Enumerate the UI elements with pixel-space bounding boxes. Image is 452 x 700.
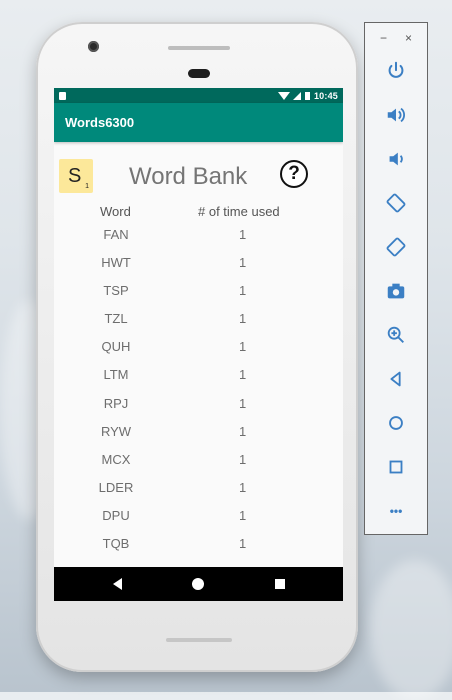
letter-tile[interactable]: S 1 [59, 159, 93, 193]
rotate-left-icon [386, 193, 406, 213]
table-row: HWT 1 [54, 250, 343, 278]
table-row: RYW 1 [54, 419, 343, 447]
sd-card-icon [59, 91, 66, 100]
word-cell: MCX [101, 451, 131, 467]
rotate-left-button[interactable] [382, 189, 410, 217]
power-button[interactable] [382, 57, 410, 85]
volume-up-icon [387, 107, 405, 123]
table-row: RPJ 1 [54, 391, 343, 419]
more-button[interactable]: ••• [382, 497, 410, 525]
volume-down-button[interactable] [382, 145, 410, 173]
home-icon[interactable] [192, 578, 204, 590]
count-cell: 1 [239, 423, 247, 439]
status-time: 10:45 [313, 90, 338, 101]
camera-icon [387, 283, 405, 299]
home-button[interactable] [382, 409, 410, 437]
rotate-right-icon [386, 237, 406, 257]
count-cell: 1 [239, 507, 247, 523]
column-header-word: Word [100, 204, 131, 219]
word-cell: RPJ [103, 395, 129, 411]
back-icon[interactable] [113, 578, 122, 590]
phone-screen: 10:45 Words6300 S 1 Word Bank ? Word # o… [54, 88, 343, 601]
status-bar: 10:45 [54, 88, 343, 103]
table-row: LTM 1 [54, 362, 343, 390]
help-button[interactable]: ? [280, 160, 308, 188]
word-list[interactable]: FAN 1 HWT 1 TSP 1 TZL 1 QUH 1 LTM 1 RPJ 1 RYW 1 … [54, 222, 343, 559]
volume-up-button[interactable] [382, 101, 410, 129]
word-cell: TSP [103, 283, 129, 299]
zoom-in-icon [387, 326, 404, 343]
word-cell: QUH [101, 339, 131, 355]
back-button[interactable] [382, 365, 410, 393]
table-row: DPU 1 [54, 503, 343, 531]
count-cell: 1 [239, 367, 247, 383]
count-cell: 1 [239, 311, 247, 327]
count-cell: 1 [239, 479, 247, 495]
overview-square-icon [389, 460, 403, 474]
count-cell: 1 [239, 451, 247, 467]
sensor [188, 69, 210, 78]
emulator-control-panel: − × ••• [364, 22, 428, 535]
word-cell: LTM [103, 367, 129, 383]
table-row: FAN 1 [54, 222, 343, 250]
minimize-button[interactable]: − [380, 31, 387, 45]
table-header: Word # of time used [54, 200, 343, 222]
overview-button[interactable] [382, 453, 410, 481]
table-row: TZL 1 [54, 306, 343, 334]
word-cell: DPU [102, 507, 130, 523]
app-bar: Words6300 [54, 103, 343, 142]
count-cell: 1 [239, 283, 247, 299]
word-cell: TZL [104, 311, 128, 327]
word-cell: HWT [101, 255, 131, 271]
background-decoration [370, 560, 452, 700]
table-row: TSP 1 [54, 278, 343, 306]
page-title: Word Bank [129, 163, 248, 190]
screenshot-button[interactable] [382, 277, 410, 305]
wifi-icon [277, 91, 290, 100]
table-row: TQB 1 [54, 531, 343, 559]
signal-icon [292, 91, 301, 100]
recents-icon[interactable] [275, 579, 285, 589]
word-bank-header: S 1 Word Bank ? [54, 142, 343, 193]
close-button[interactable]: × [405, 31, 412, 45]
zoom-button[interactable] [382, 321, 410, 349]
word-cell: RYW [100, 423, 132, 439]
tile-letter: S [68, 165, 82, 187]
back-triangle-icon [390, 371, 401, 387]
app-title: Words6300 [65, 115, 135, 130]
count-cell: 1 [239, 536, 247, 552]
volume-down-icon [389, 152, 403, 166]
count-cell: 1 [239, 395, 247, 411]
battery-icon [304, 91, 310, 100]
count-cell: 1 [239, 339, 247, 355]
more-icon: ••• [389, 504, 403, 518]
column-header-times-used: # of time used [198, 204, 280, 219]
word-cell: LDER [98, 479, 134, 495]
word-cell: TQB [102, 536, 130, 552]
front-camera [88, 41, 99, 52]
table-row: LDER 1 [54, 475, 343, 503]
question-mark-icon: ? [288, 163, 300, 184]
count-cell: 1 [239, 255, 247, 271]
earpiece-speaker [168, 46, 230, 50]
tile-points: 1 [85, 183, 89, 190]
navigation-bar [54, 567, 343, 601]
table-row: MCX 1 [54, 447, 343, 475]
power-icon [388, 61, 404, 78]
word-cell: FAN [103, 227, 129, 242]
table-row: QUH 1 [54, 334, 343, 362]
home-circle-icon [389, 416, 403, 430]
bottom-speaker [166, 638, 232, 642]
count-cell: 1 [239, 227, 247, 242]
rotate-right-button[interactable] [382, 233, 410, 261]
